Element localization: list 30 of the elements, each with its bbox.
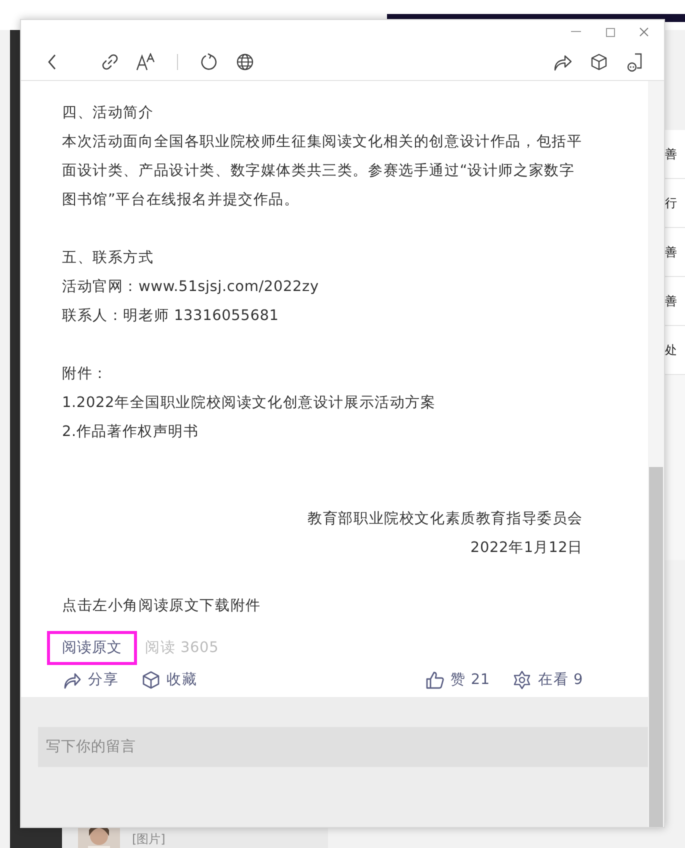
read-original-link[interactable]: 阅读原文 [47, 631, 137, 665]
thumbs-up-icon [424, 670, 445, 690]
article-text: 本次活动面向全国各职业院校师生征集阅读文化相关的创意设计作品，包括平面设计类、产品设计类、数字媒体类共三类。参赛选手通过“设计师之家数字图书馆”平台在线报名并提交作品。 [62, 133, 583, 210]
article-text: 五、联系方式 [62, 248, 155, 268]
chat-name: 处 [665, 326, 685, 375]
comment-field[interactable]: 写下你的留言 [38, 727, 648, 767]
chat-name: 善 [665, 228, 685, 277]
read-count: 阅读 3605 [145, 639, 219, 658]
cube-icon [140, 670, 161, 690]
like-button[interactable]: 赞 21 [424, 669, 490, 691]
signature-text: 2022年1月12日 [469, 539, 583, 558]
article-text: 活动官网：www.51sjsj.com/2022zy [62, 278, 320, 297]
article-text: 联系人：明老师 13316055681 [62, 307, 280, 326]
chat-name: 善 [665, 277, 685, 326]
message-preview: [图片] [132, 832, 166, 848]
article-text: 1.2022年全国职业院校阅读文化创意设计展示活动方案 [62, 394, 437, 413]
article-text: 四、活动简介 [62, 104, 155, 123]
watch-button[interactable]: 在看 9 [512, 669, 583, 691]
signature-text: 教育部职业院校文化素质教育指导委员会 [306, 510, 583, 529]
star-flower-icon [512, 670, 532, 690]
article-text: 2.作品著作权声明书 [62, 423, 200, 442]
collect-button[interactable]: 收藏 [140, 669, 198, 691]
globe-icon[interactable] [234, 51, 256, 73]
article-text: 点击左小角阅读原文下载附件 [62, 597, 262, 616]
article-text: 附件： [62, 365, 109, 384]
share-button[interactable]: 分享 [62, 669, 119, 691]
chat-name: 行 [665, 179, 685, 228]
font-size-icon[interactable] [135, 51, 157, 73]
chat-name: 善 [665, 130, 685, 179]
scrollbar-thumb[interactable] [649, 467, 663, 827]
